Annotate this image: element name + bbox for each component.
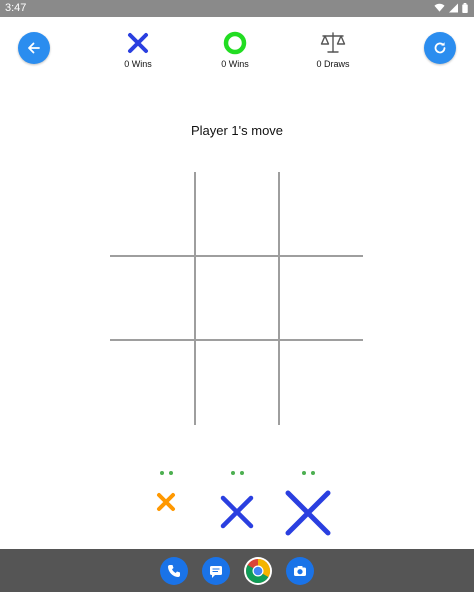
- piece-dot: [159, 471, 164, 475]
- score-draws-label: 0 Draws: [316, 59, 350, 69]
- status-time: 3:47: [5, 2, 27, 14]
- phone-app-button[interactable]: [160, 557, 188, 585]
- signal-icon: [449, 3, 458, 13]
- x-large-icon: [285, 490, 331, 536]
- score-player-x: 0 Wins: [98, 30, 178, 69]
- board-cell-4[interactable]: [110, 257, 192, 339]
- piece-dot: [301, 471, 306, 475]
- x-small-icon: [157, 493, 175, 511]
- turn-indicator: Player 1's move: [190, 123, 284, 138]
- o-icon: [223, 31, 247, 55]
- piece-small[interactable]: [148, 468, 184, 518]
- scale-icon: [320, 32, 346, 53]
- arrow-left-icon: [28, 42, 40, 54]
- game-board: [110, 172, 363, 425]
- board-cell-9[interactable]: [281, 341, 363, 423]
- piece-medium-count: [230, 468, 244, 478]
- camera-app-button[interactable]: [286, 557, 314, 585]
- board-cell-3[interactable]: [281, 172, 363, 254]
- app-dock: [0, 549, 474, 592]
- messages-app-button[interactable]: [202, 557, 230, 585]
- chrome-icon: [246, 559, 271, 584]
- piece-dot: [310, 471, 315, 475]
- wifi-icon: [434, 3, 445, 12]
- board-cell-7[interactable]: [110, 341, 192, 423]
- piece-medium[interactable]: [214, 468, 260, 534]
- x-icon: [128, 33, 148, 53]
- board-cell-1[interactable]: [110, 172, 192, 254]
- score-draws: 0 Draws: [293, 30, 373, 69]
- piece-large-count: [301, 468, 315, 478]
- grid-line-vertical-2: [278, 172, 280, 425]
- score-x-label: 0 Wins: [124, 59, 152, 69]
- refresh-icon: [434, 42, 446, 54]
- back-button[interactable]: [18, 32, 50, 64]
- status-bar: 3:47: [0, 0, 474, 17]
- piece-dot: [230, 471, 235, 475]
- board-cell-8[interactable]: [196, 341, 278, 423]
- board-cell-2[interactable]: [196, 172, 278, 254]
- battery-icon: [462, 3, 468, 13]
- messages-icon: [210, 566, 222, 578]
- status-icons: [434, 3, 468, 13]
- x-medium-icon: [220, 495, 254, 529]
- piece-small-count: [159, 468, 173, 478]
- board-cell-5[interactable]: [196, 257, 278, 339]
- chrome-app-button[interactable]: [244, 557, 272, 585]
- restart-button[interactable]: [424, 32, 456, 64]
- score-o-label: 0 Wins: [221, 59, 249, 69]
- camera-icon: [294, 566, 306, 576]
- phone-icon: [168, 565, 180, 577]
- piece-dot: [239, 471, 244, 475]
- score-player-o: 0 Wins: [195, 30, 275, 69]
- piece-dot: [168, 471, 173, 475]
- board-cell-6[interactable]: [281, 257, 363, 339]
- piece-large[interactable]: [280, 468, 336, 548]
